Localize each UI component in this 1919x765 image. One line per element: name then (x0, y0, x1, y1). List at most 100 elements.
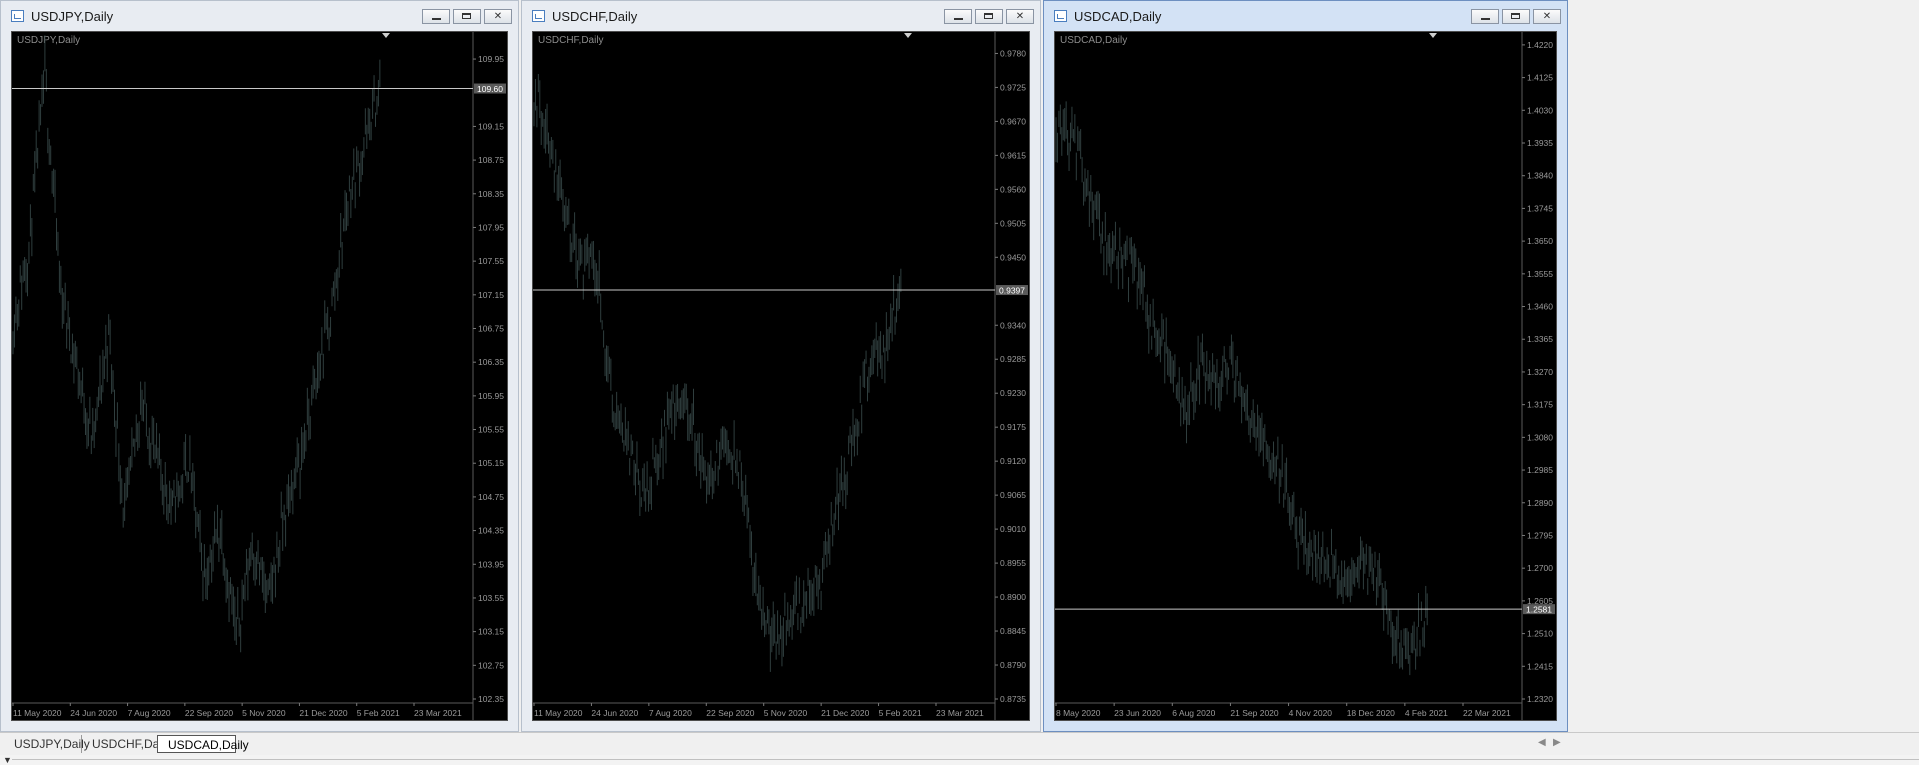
price-tick-label: 0.9725 (1000, 82, 1026, 92)
close-button[interactable] (1533, 9, 1561, 24)
chart-plot-area[interactable]: USDCAD,Daily 1.4220 1.4125 1.4030 1.3935 1.3… (1054, 31, 1557, 721)
price-tick-label: 0.9670 (1000, 116, 1026, 126)
time-tick-label: 5 Feb 2021 (357, 708, 400, 718)
price-tick-label: 1.2985 (1527, 465, 1553, 475)
price-tick-label: 0.9340 (1000, 320, 1026, 330)
time-tick-label: 21 Sep 2020 (1230, 708, 1278, 718)
time-tick-label: 23 Jun 2020 (1114, 708, 1161, 718)
close-button[interactable] (1006, 9, 1034, 24)
status-bar: ▼ (0, 755, 1919, 765)
price-tick-label: 105.55 (478, 425, 504, 435)
window-titlebar[interactable]: USDCAD,Daily (1044, 1, 1567, 31)
time-tick-label: 22 Sep 2020 (706, 708, 754, 718)
price-tick-label: 108.75 (478, 155, 504, 165)
tab-usdchf[interactable]: USDCHF,Daily (82, 735, 171, 753)
current-price-label: 0.9397 (999, 286, 1025, 296)
window-titlebar[interactable]: USDJPY,Daily (1, 1, 518, 31)
minimize-button[interactable] (1471, 9, 1499, 24)
time-tick-label: 5 Nov 2020 (242, 708, 286, 718)
tab-usdcad[interactable]: USDCAD,Daily (157, 735, 249, 753)
window-title: USDJPY,Daily (31, 8, 114, 24)
time-tick-label: 5 Feb 2021 (879, 708, 922, 718)
price-tick-label: 1.3175 (1527, 400, 1553, 410)
price-tick-label: 103.55 (478, 593, 504, 603)
chart-plot-area[interactable]: USDCHF,Daily 0.9780 0.9725 0.9670 0.9615 0.9… (532, 31, 1030, 721)
window-titlebar[interactable]: USDCHF,Daily (522, 1, 1040, 31)
price-tick-label: 106.35 (478, 357, 504, 367)
tab-usdjpy[interactable]: USDJPY,Daily (4, 735, 90, 753)
price-tick-label: 0.9120 (1000, 456, 1026, 466)
price-tick-label: 1.3650 (1527, 236, 1553, 246)
price-tick-label: 1.2320 (1527, 694, 1553, 704)
chart-window-usdcad[interactable]: USDCAD,Daily USDCAD,Daily 1.42201.41251.… (1043, 0, 1568, 732)
time-tick-label: 24 Jun 2020 (591, 708, 638, 718)
time-tick-label: 22 Sep 2020 (185, 708, 233, 718)
tab-scroll-right-icon[interactable]: ▶ (1553, 737, 1561, 748)
minimize-button[interactable] (944, 9, 972, 24)
current-price-label: 1.2581 (1526, 605, 1552, 615)
price-tick-label: 107.15 (478, 290, 504, 300)
maximize-button[interactable] (975, 9, 1003, 24)
chart-window-usdchf[interactable]: USDCHF,Daily USDCHF,Daily 0.97800.97250.… (521, 0, 1041, 732)
minimize-button[interactable] (422, 9, 450, 24)
price-tick-label: 1.3080 (1527, 432, 1553, 442)
time-tick-label: 23 Mar 2021 (414, 708, 462, 718)
price-tick-label: 1.3365 (1527, 334, 1553, 344)
chevron-down-icon[interactable]: ▼ (3, 755, 12, 765)
time-tick-label: 4 Feb 2021 (1405, 708, 1448, 718)
price-tick-label: 0.8735 (1000, 694, 1026, 704)
price-tick-label: 1.4125 (1527, 73, 1553, 83)
chart-plot-area[interactable]: USDJPY,Daily 109.95 109.15 108.75 108.35 107… (11, 31, 508, 721)
time-tick-label: 11 May 2020 (534, 708, 583, 718)
time-tick-label: 21 Dec 2020 (299, 708, 347, 718)
price-tick-label: 1.4220 (1527, 40, 1553, 50)
current-price-label: 109.60 (477, 84, 503, 94)
chart-window-usdjpy[interactable]: USDJPY,Daily USDJPY,Daily 109.95109.1510… (0, 0, 519, 732)
time-tick-label: 11 May 2020 (13, 708, 62, 718)
price-tick-label: 0.8955 (1000, 558, 1026, 568)
price-tick-label: 0.9505 (1000, 218, 1026, 228)
price-tick-label: 1.2890 (1527, 498, 1553, 508)
price-tick-label: 1.3460 (1527, 302, 1553, 312)
chart-tab-bar: USDJPY,Daily USDCHF,Daily USDCAD,Daily ◀… (0, 732, 1919, 756)
time-tick-label: 8 May 2020 (1056, 708, 1101, 718)
price-tick-label: 104.35 (478, 526, 504, 536)
price-tick-label: 1.4030 (1527, 105, 1553, 115)
price-tick-label: 106.75 (478, 324, 504, 334)
time-tick-label: 18 Dec 2020 (1347, 708, 1395, 718)
price-tick-label: 1.2415 (1527, 661, 1553, 671)
price-tick-label: 1.3840 (1527, 171, 1553, 181)
status-divider (12, 759, 1919, 760)
price-tick-label: 0.8900 (1000, 592, 1026, 602)
price-tick-label: 108.35 (478, 189, 504, 199)
price-tick-label: 102.75 (478, 660, 504, 670)
price-tick-label: 0.9780 (1000, 48, 1026, 58)
tab-scroll-left-icon[interactable]: ◀ (1538, 737, 1546, 748)
price-tick-label: 1.2510 (1527, 629, 1553, 639)
close-button[interactable] (484, 9, 512, 24)
price-tick-label: 105.95 (478, 391, 504, 401)
price-bars (12, 35, 381, 653)
time-tick-label: 23 Mar 2021 (936, 708, 984, 718)
price-tick-label: 0.9175 (1000, 422, 1026, 432)
price-tick-label: 103.95 (478, 559, 504, 569)
price-tick-label: 107.95 (478, 222, 504, 232)
price-tick-label: 0.8845 (1000, 626, 1026, 636)
time-tick-label: 7 Aug 2020 (649, 708, 692, 718)
price-tick-label: 102.35 (478, 694, 504, 704)
window-title: USDCAD,Daily (1074, 8, 1162, 24)
price-tick-label: 104.75 (478, 492, 504, 502)
price-tick-label: 0.9010 (1000, 524, 1026, 534)
price-tick-label: 0.9230 (1000, 388, 1026, 398)
price-bars (1055, 101, 1428, 676)
maximize-button[interactable] (453, 9, 481, 24)
price-tick-label: 1.2700 (1527, 563, 1553, 573)
time-tick-label: 21 Dec 2020 (821, 708, 869, 718)
maximize-button[interactable] (1502, 9, 1530, 24)
chart-window-icon (11, 10, 24, 22)
price-bars (533, 74, 902, 672)
chart-window-icon (1054, 10, 1067, 22)
time-tick-label: 22 Mar 2021 (1463, 708, 1511, 718)
time-tick-label: 24 Jun 2020 (70, 708, 117, 718)
price-tick-label: 1.2795 (1527, 530, 1553, 540)
